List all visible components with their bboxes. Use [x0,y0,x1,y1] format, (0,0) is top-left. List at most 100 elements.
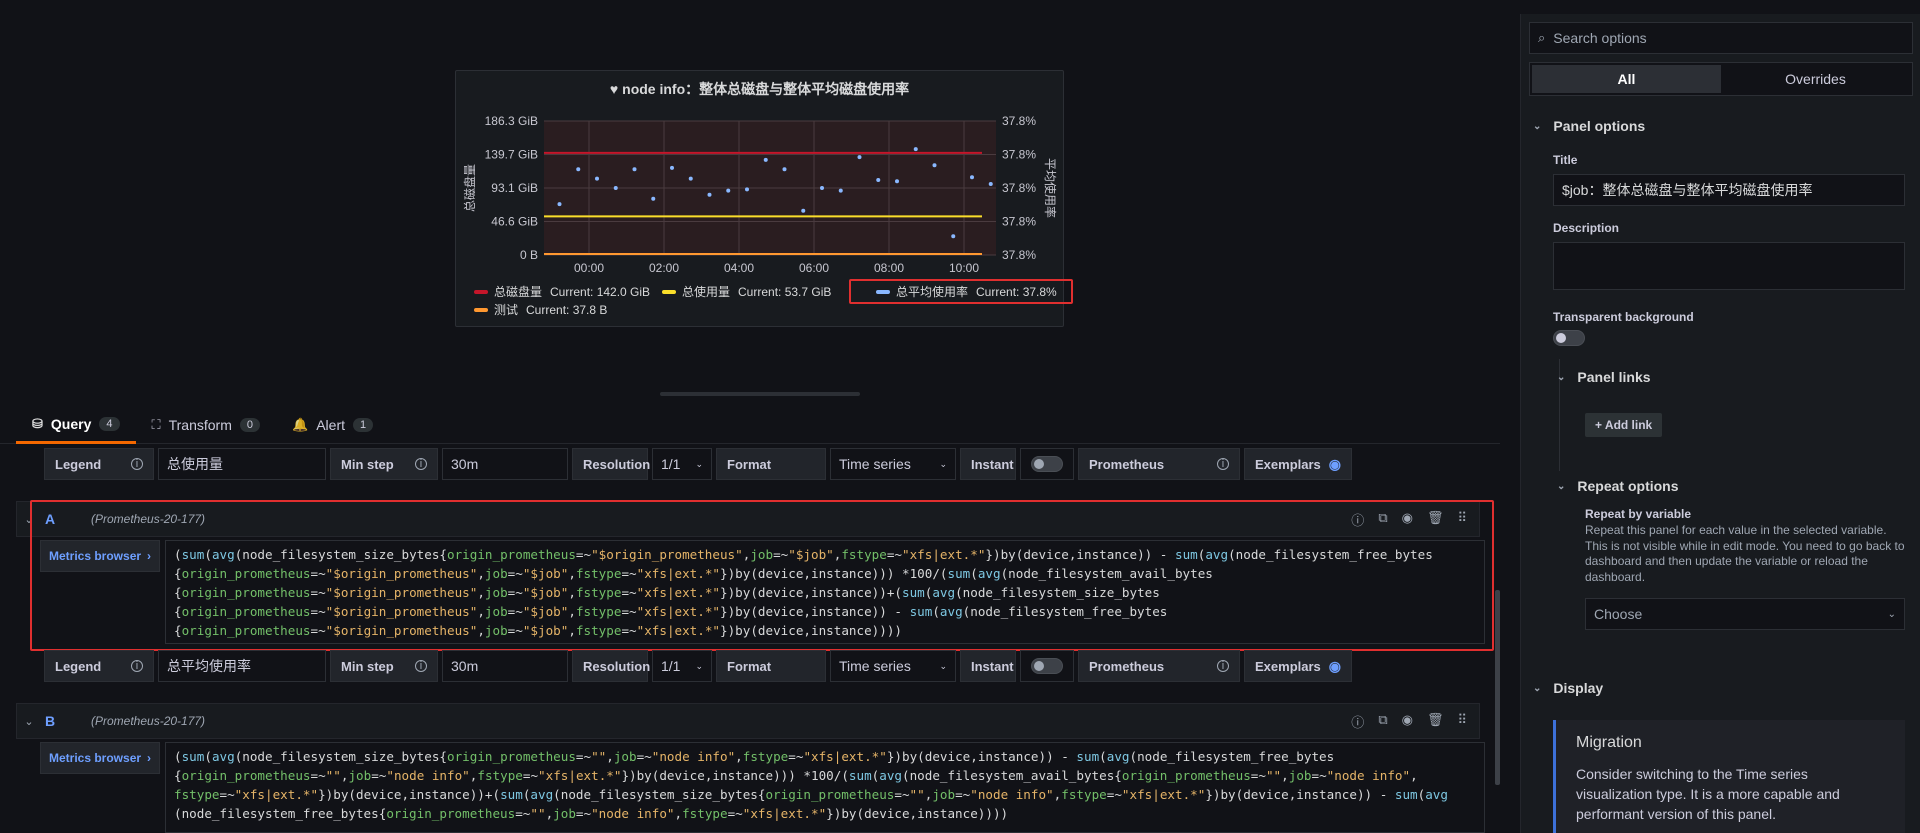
trash-icon[interactable]: 🗑 [1427,712,1444,731]
transparent-background-toggle[interactable] [1553,330,1585,346]
tab-overrides[interactable]: Overrides [1721,65,1910,93]
title-label: Title [1553,153,1578,167]
resolution-label: Resolution [572,448,650,480]
transparent-background-label: Transparent background [1553,310,1694,324]
repeat-variable-select[interactable]: Choose ⌄ [1585,598,1905,630]
instant-label: Instant [960,448,1016,480]
data-point-avg-usage [876,177,881,182]
data-point-avg-usage [782,167,787,172]
bell-icon: 🔔 [292,417,309,432]
section-panel-links[interactable]: ⌄ Panel links [1557,369,1651,385]
data-point-avg-usage [895,179,899,184]
y-left-tick-label: 139.7 GiB [485,148,538,162]
toggle-switch[interactable] [1031,658,1063,674]
repeat-help-text: Repeat this panel for each value in the … [1585,523,1905,584]
help-icon[interactable]: ⓘ [1351,712,1364,731]
query-options-row: Legend i 总平均使用率 Min step i 30m Resolution … [44,650,1356,682]
title-input[interactable]: $job：整体总磁盘与整体平均磁盘使用率 [1553,174,1905,206]
y-right-tick-label: 37.8% [1002,148,1036,162]
exemplars-toggle[interactable]: Exemplars ◉ [1244,650,1352,682]
chevron-down-icon: ⌄ [1557,371,1566,383]
data-point-avg-usage [670,165,674,170]
panel-title[interactable]: ♥ node info：整体总磁盘与整体平均磁盘使用率 [456,79,1063,99]
add-link-button[interactable]: + Add link [1585,413,1663,437]
resolution-select[interactable]: 1/1 ⌄ [652,650,712,682]
editor-tabs: ⛁ Query 4 ⛶ Transform 0 🔔 Alert 1 [16,406,389,444]
eye-icon[interactable]: ◉ [1329,456,1341,473]
section-display[interactable]: ⌄ Display [1533,680,1603,696]
format-select[interactable]: Time series ⌄ [830,650,956,682]
data-point-avg-usage [688,176,693,181]
info-icon[interactable]: i [1217,660,1229,672]
migration-notice: Migration Consider switching to the Time… [1553,720,1905,833]
description-label: Description [1553,221,1620,235]
data-point-avg-usage [970,175,974,180]
scrollbar[interactable] [1495,590,1500,785]
format-select[interactable]: Time series ⌄ [830,448,956,480]
instant-toggle[interactable] [1020,448,1074,480]
resolution-select[interactable]: 1/1 ⌄ [652,448,712,480]
query-editor-b[interactable]: (sum(avg(node_filesystem_size_bytes{orig… [165,742,1485,833]
section-panel-options[interactable]: ⌄ Panel options [1533,118,1645,134]
data-point-avg-usage [988,181,993,186]
tab-count-badge: 1 [353,418,374,432]
info-icon[interactable]: i [415,458,427,470]
tab-transform[interactable]: ⛶ Transform 0 [136,406,277,444]
x-tick-label: 04:00 [724,261,754,275]
eye-icon[interactable]: ◉ [1329,658,1341,675]
data-point-avg-usage [726,188,731,193]
data-point-avg-usage [632,167,637,172]
data-point-avg-usage [820,186,824,190]
highlight-box-query-a [30,500,1494,651]
search-input[interactable]: ⌕ Search options [1529,22,1913,54]
options-pane: ⌕ Search options All Overrides ⌄ Panel opt… [1520,14,1920,833]
info-icon[interactable]: i [131,660,143,672]
y-right-tick-label: 37.8% [1002,181,1036,195]
drag-handle-icon[interactable]: ⠿ [1457,712,1467,731]
chevron-down-icon: ⌄ [695,660,703,671]
eye-icon[interactable]: ◉ [1402,712,1413,731]
data-point-avg-usage [595,176,599,181]
tab-all[interactable]: All [1532,65,1721,93]
data-point-avg-usage [951,234,956,239]
heart-icon: ♥ [609,81,619,97]
metrics-browser-button[interactable]: Metrics browser › [40,742,161,774]
legend-input[interactable]: 总使用量 [158,448,326,480]
legend-input[interactable]: 总平均使用率 [158,650,326,682]
legend-item-total-disk[interactable]: 总磁盘量 Current: 142.0 GiB [474,283,650,300]
legend-item-test[interactable]: 测试 Current: 37.8 B [474,301,607,318]
info-icon[interactable]: i [415,660,427,672]
chevron-down-icon: ⌄ [1557,480,1566,492]
query-row-header-b[interactable]: ⌄ B (Prometheus-20-177) ⓘ ⧉ ◉ 🗑 ⠿ [16,703,1480,739]
tab-alert[interactable]: 🔔 Alert 1 [276,406,389,444]
options-tabs: All Overrides [1529,62,1913,96]
y-right-tick-label: 37.8% [1002,248,1036,262]
exemplars-toggle[interactable]: Exemplars ◉ [1244,448,1352,480]
chevron-down-icon: ⌄ [1533,120,1542,132]
legend-item-total-used[interactable]: 总使用量 Current: 53.7 GiB [662,283,831,300]
min-step-input[interactable]: 30m [442,650,568,682]
y-left-tick-label: 186.3 GiB [485,114,538,128]
prometheus-label: Prometheus i [1078,650,1240,682]
instant-toggle[interactable] [1020,650,1074,682]
database-icon: ⛁ [32,415,43,431]
migration-title: Migration [1576,734,1642,751]
y-right-tick-label: 37.8% [1002,114,1036,128]
chevron-down-icon: ⌄ [1887,608,1896,620]
pane-resize-handle[interactable] [660,392,860,396]
query-ref-id[interactable]: B [45,713,91,729]
description-textarea[interactable] [1553,242,1905,290]
toggle-switch[interactable] [1031,456,1063,472]
legend-label: Legend i [44,448,154,480]
min-step-input[interactable]: 30m [442,448,568,480]
tab-query[interactable]: ⛁ Query 4 [16,406,136,444]
chevron-down-icon: ⌄ [939,458,947,469]
search-icon: ⌕ [1538,30,1546,45]
chevron-down-icon[interactable]: ⌄ [17,715,41,728]
info-icon[interactable]: i [1217,458,1229,470]
section-repeat-options[interactable]: ⌄ Repeat options [1557,478,1679,494]
duplicate-icon[interactable]: ⧉ [1378,712,1387,731]
format-label: Format [716,448,826,480]
info-icon[interactable]: i [131,458,143,470]
y-left-tick-label: 0 B [520,248,538,262]
